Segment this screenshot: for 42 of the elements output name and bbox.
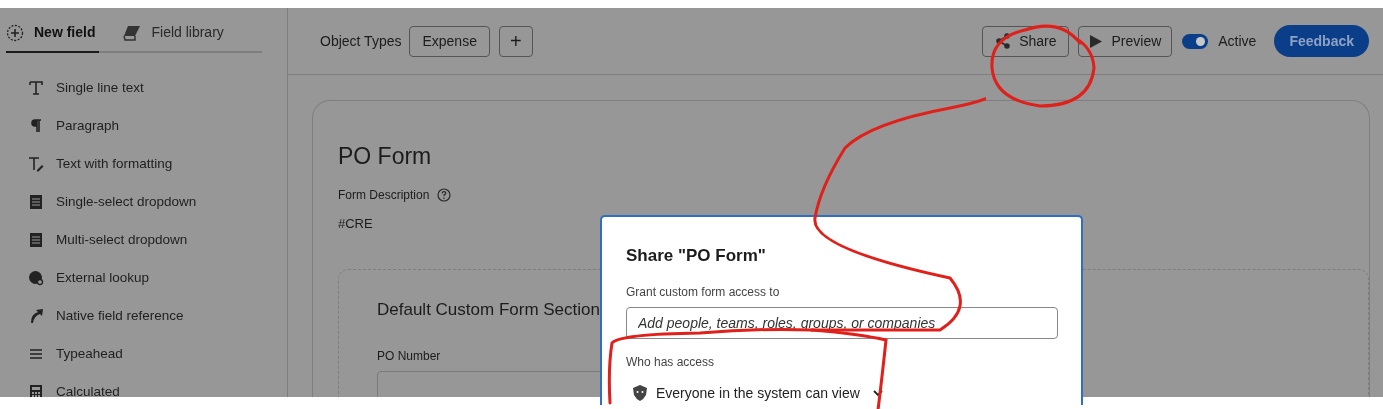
access-dropdown[interactable]: Everyone in the system can view <box>632 382 884 404</box>
feedback-button[interactable]: Feedback <box>1274 25 1369 57</box>
field-type-item[interactable]: Calculated <box>0 373 287 397</box>
dialog-title: Share "PO Form" <box>626 245 767 267</box>
sidebar-tab[interactable]: Field library <box>123 22 228 53</box>
section-title: Default Custom Form Section <box>377 299 600 321</box>
preview-button[interactable]: Preview <box>1078 25 1173 57</box>
add-button[interactable]: + <box>498 25 533 57</box>
active-label: Active <box>1218 31 1257 51</box>
play-icon <box>1089 33 1104 49</box>
chevron-down-icon <box>871 389 884 397</box>
field-type-item[interactable]: External lookup <box>0 259 287 297</box>
object-type-button[interactable]: Expense <box>409 25 490 57</box>
object-types-label: Object Types <box>320 31 402 51</box>
list-icon <box>28 194 44 210</box>
text-icon <box>28 80 44 96</box>
access-label: Who has access <box>626 353 716 371</box>
grant-label: Grant custom form access to <box>626 283 781 301</box>
description-text: #CRE <box>338 214 374 233</box>
active-toggle[interactable] <box>1182 33 1209 49</box>
form-title: PO Form <box>338 142 433 171</box>
field-type-item[interactable]: Multi-select dropdown <box>0 221 287 259</box>
share-icon <box>995 33 1012 49</box>
description-label: Form Description <box>338 186 430 204</box>
sidebar-tab[interactable]: New field <box>6 22 100 53</box>
field-type-item[interactable]: Paragraph <box>0 107 287 145</box>
field-label: PO Number <box>377 347 441 365</box>
shield-icon <box>632 384 648 402</box>
add-circle-icon <box>6 23 24 42</box>
help-icon[interactable] <box>437 187 452 202</box>
book-icon <box>123 24 142 41</box>
lines-icon <box>28 346 44 362</box>
field-type-item[interactable]: Native field reference <box>0 297 287 335</box>
field-type-item[interactable]: Text with formatting <box>0 145 287 183</box>
field-type-item[interactable]: Single-select dropdown <box>0 183 287 221</box>
paragraph-icon <box>28 118 44 134</box>
list-icon <box>28 232 44 248</box>
text-pen-icon <box>28 156 44 172</box>
field-type-item[interactable]: Typeahead <box>0 335 287 373</box>
field-type-item[interactable]: Single line text <box>0 69 287 107</box>
arrow-icon <box>28 308 44 324</box>
share-button[interactable]: Share <box>982 25 1070 57</box>
